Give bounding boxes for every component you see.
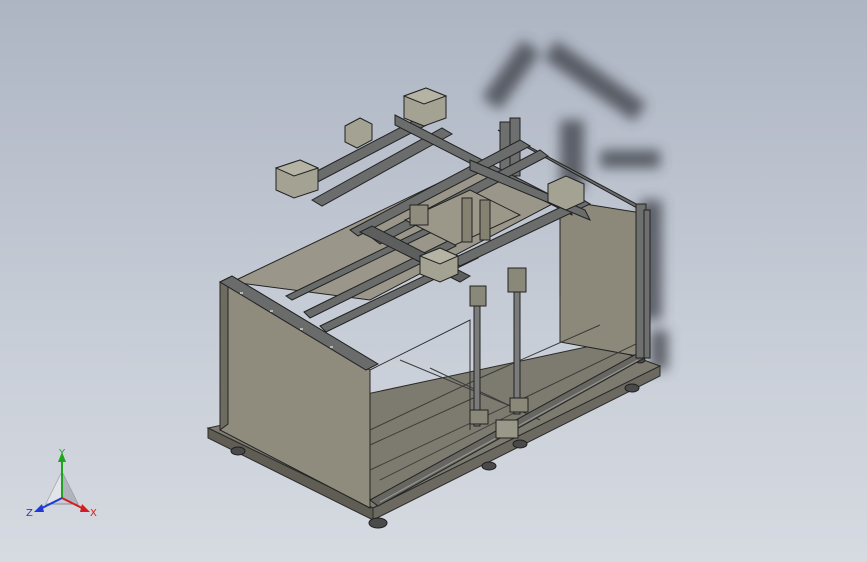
assembly-model[interactable] — [0, 0, 867, 562]
triad-z-label: Z — [26, 508, 33, 519]
triad-y-label: Y — [58, 448, 66, 459]
triad-x-label: X — [90, 508, 97, 519]
coordinate-triad-icon — [34, 452, 90, 512]
back-right-panel — [559, 199, 649, 359]
cad-viewport[interactable]: Y X Z — [0, 0, 867, 562]
coordinate-triad: Y X Z — [26, 448, 97, 519]
